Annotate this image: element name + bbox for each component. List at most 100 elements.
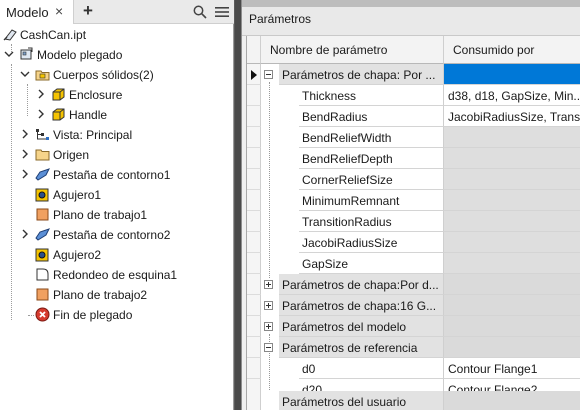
table-row[interactable]: Parámetros de referencia: [247, 337, 580, 358]
chevron-down-icon[interactable]: [4, 49, 14, 59]
table-row[interactable]: Thickness d38, d18, GapSize, Min...: [247, 85, 580, 106]
table-row[interactable]: BendReliefWidth: [247, 127, 580, 148]
table-row[interactable]: Parámetros de chapa:16 G...: [247, 295, 580, 316]
consumed-cell[interactable]: Contour Flange1: [444, 358, 580, 379]
consumed-cell[interactable]: [444, 190, 580, 211]
table-row[interactable]: JacobiRadiusSize: [247, 232, 580, 253]
row-selector[interactable]: [247, 106, 261, 127]
table-row[interactable]: GapSize: [247, 253, 580, 274]
consumed-cell[interactable]: [444, 64, 580, 85]
tree-item-enclosure[interactable]: Enclosure: [0, 85, 234, 105]
chevron-right-icon[interactable]: [20, 149, 30, 159]
search-icon[interactable]: [193, 5, 207, 19]
tree-item-agujero2[interactable]: Agujero2: [0, 245, 234, 265]
tab-close-icon[interactable]: ×: [55, 4, 63, 18]
row-selector[interactable]: [247, 85, 261, 106]
consumed-cell[interactable]: [444, 316, 580, 337]
tree-item-agujero1[interactable]: Agujero1: [0, 185, 234, 205]
hamburger-menu-icon[interactable]: [215, 6, 229, 18]
row-selector[interactable]: [247, 316, 261, 337]
row-selector[interactable]: [247, 127, 261, 148]
table-row[interactable]: MinimumRemnant: [247, 190, 580, 211]
tree-item-pestana-contorno1[interactable]: Pestaña de contorno1: [0, 165, 234, 185]
tree-item-plano-trabajo1[interactable]: Plano de trabajo1: [0, 205, 234, 225]
chevron-right-icon[interactable]: [20, 169, 30, 179]
chevron-right-icon[interactable]: [36, 109, 46, 119]
tree-item-cuerpos-solidos[interactable]: Cuerpos sólidos(2): [0, 65, 234, 85]
tree-item-redondeo-esquina1[interactable]: Redondeo de esquina1: [0, 265, 234, 285]
consumed-cell[interactable]: [444, 211, 580, 232]
param-name-cell[interactable]: d0: [299, 358, 444, 379]
consumed-cell[interactable]: d38, d18, GapSize, Min...: [444, 85, 580, 106]
param-name-cell[interactable]: BendRadius: [299, 106, 444, 127]
collapse-icon[interactable]: [264, 343, 273, 352]
expand-icon[interactable]: [264, 301, 273, 310]
row-selector[interactable]: [247, 295, 261, 316]
param-name-cell[interactable]: Parámetros de referencia: [279, 337, 444, 358]
table-row[interactable]: BendReliefDepth: [247, 148, 580, 169]
tree-item-origen[interactable]: Origen: [0, 145, 234, 165]
row-selector[interactable]: [247, 274, 261, 295]
add-tab-icon[interactable]: +: [83, 1, 93, 21]
consumed-cell[interactable]: [444, 337, 580, 358]
row-selector[interactable]: [247, 190, 261, 211]
param-name-cell[interactable]: Parámetros del usuario: [279, 391, 444, 410]
param-name-cell[interactable]: BendReliefWidth: [299, 127, 444, 148]
tree-item-plano-trabajo2[interactable]: Plano de trabajo2: [0, 285, 234, 305]
tree-item-vista-principal[interactable]: Vista: Principal: [0, 125, 234, 145]
consumed-cell[interactable]: [444, 295, 580, 316]
tree-item-modelo-plegado[interactable]: Modelo plegado: [0, 45, 234, 65]
expand-icon[interactable]: [264, 280, 273, 289]
param-name-cell[interactable]: Parámetros de chapa:16 G...: [279, 295, 444, 316]
param-name-cell[interactable]: Parámetros del modelo: [279, 316, 444, 337]
param-name-cell[interactable]: BendReliefDepth: [299, 148, 444, 169]
consumed-cell[interactable]: JacobiRadiusSize, Trans...: [444, 106, 580, 127]
dialog-title-bar[interactable]: Parámetros: [242, 0, 580, 36]
chevron-down-icon[interactable]: [20, 69, 30, 79]
row-selector[interactable]: [247, 232, 261, 253]
param-name-cell[interactable]: JacobiRadiusSize: [299, 232, 444, 253]
expand-icon[interactable]: [264, 322, 273, 331]
param-name-cell[interactable]: Thickness: [299, 85, 444, 106]
tree-item-pestana-contorno2[interactable]: Pestaña de contorno2: [0, 225, 234, 245]
row-selector[interactable]: [247, 148, 261, 169]
table-row[interactable]: Parámetros del usuario: [247, 391, 580, 410]
row-selector[interactable]: [247, 337, 261, 358]
consumed-cell[interactable]: [444, 253, 580, 274]
param-name-cell[interactable]: GapSize: [299, 253, 444, 274]
table-row[interactable]: CornerReliefSize: [247, 169, 580, 190]
row-selector[interactable]: [247, 169, 261, 190]
row-selector[interactable]: [247, 358, 261, 379]
row-selector[interactable]: [247, 253, 261, 274]
param-name-cell[interactable]: TransitionRadius: [299, 211, 444, 232]
consumed-cell[interactable]: [444, 232, 580, 253]
row-selector[interactable]: [247, 391, 261, 410]
table-row[interactable]: Parámetros del modelo: [247, 316, 580, 337]
tree-item-handle[interactable]: Handle: [0, 105, 234, 125]
chevron-right-icon[interactable]: [36, 89, 46, 99]
row-selector[interactable]: [247, 211, 261, 232]
row-selector[interactable]: [247, 64, 261, 85]
column-header-name[interactable]: Nombre de parámetro: [261, 36, 444, 64]
table-row[interactable]: Parámetros de chapa: Por ...: [247, 64, 580, 85]
tab-modelo[interactable]: Modelo ×: [0, 0, 74, 24]
param-name-cell[interactable]: Parámetros de chapa:Por d...: [279, 274, 444, 295]
chevron-right-icon[interactable]: [20, 129, 30, 139]
consumed-cell[interactable]: [444, 274, 580, 295]
table-row[interactable]: d0 Contour Flange1: [247, 358, 580, 379]
consumed-cell[interactable]: [444, 127, 580, 148]
param-name-cell[interactable]: Parámetros de chapa: Por ...: [279, 64, 444, 85]
consumed-cell[interactable]: [444, 169, 580, 190]
tree-item-file[interactable]: CashCan.ipt: [0, 25, 234, 45]
column-header-consumed[interactable]: Consumido por: [444, 36, 580, 64]
table-row[interactable]: Parámetros de chapa:Por d...: [247, 274, 580, 295]
table-row[interactable]: BendRadius JacobiRadiusSize, Trans...: [247, 106, 580, 127]
table-row[interactable]: TransitionRadius: [247, 211, 580, 232]
consumed-cell[interactable]: [444, 148, 580, 169]
chevron-right-icon[interactable]: [20, 229, 30, 239]
consumed-cell[interactable]: [444, 391, 580, 410]
param-name-cell[interactable]: MinimumRemnant: [299, 190, 444, 211]
tree-item-fin-plegado[interactable]: Fin de plegado: [0, 305, 234, 325]
collapse-icon[interactable]: [264, 70, 273, 79]
param-name-cell[interactable]: CornerReliefSize: [299, 169, 444, 190]
